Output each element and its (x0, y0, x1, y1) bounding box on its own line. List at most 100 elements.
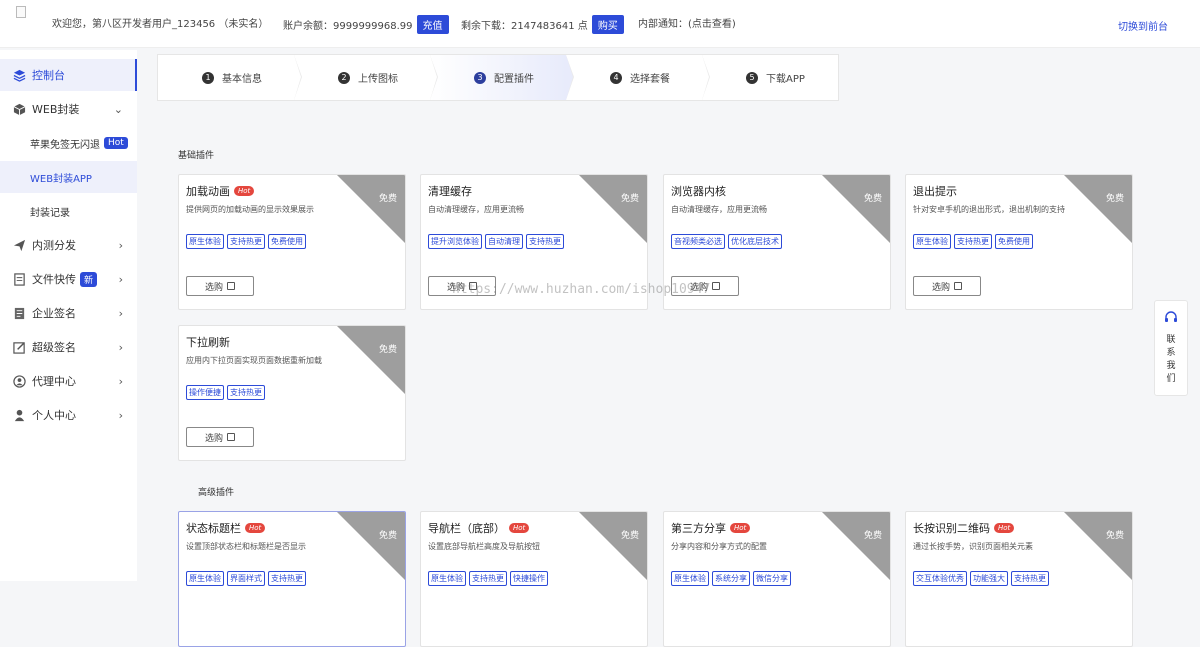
hot-badge: Hot (730, 523, 751, 533)
agent-icon (12, 374, 26, 388)
sidebar-item-console[interactable]: 控制台 (0, 59, 137, 91)
edit-icon (12, 340, 26, 354)
logo-image (16, 6, 26, 18)
step-2: 2 上传图标 (294, 55, 438, 100)
top-bar: 欢迎您，第八区开发者用户_123456 （未实名） 账户余额：999999996… (0, 0, 1200, 48)
checkbox[interactable] (227, 282, 235, 290)
select-button[interactable]: 选购 (186, 276, 254, 296)
free-label: 免费 (863, 194, 882, 204)
feature-tag: 音视频类必选 (671, 234, 725, 249)
step-label: 上传图标 (358, 74, 398, 85)
notice-link[interactable]: 内部通知：(点击查看) (638, 15, 736, 30)
hot-badge: Hot (245, 523, 266, 533)
sidebar-item-web-wrap[interactable]: WEB封装 ⌄ (0, 93, 137, 125)
free-label: 免费 (378, 345, 397, 355)
contact-char: 系 (1166, 348, 1176, 358)
select-button[interactable]: 选购 (913, 276, 981, 296)
sidebar-subitem-apple[interactable]: 苹果免签无闪退 Hot (0, 127, 137, 159)
free-label: 免费 (378, 531, 397, 541)
box-icon (12, 102, 26, 116)
checkbox[interactable] (954, 282, 962, 290)
sidebar-item-label: 文件快传 (32, 273, 76, 286)
headset-icon (1164, 311, 1178, 328)
hot-badge: Hot (509, 523, 530, 533)
card-title: 状态标题栏 (186, 522, 241, 535)
checkbox[interactable] (227, 433, 235, 441)
feature-tag: 系统分享 (712, 571, 750, 586)
card-description: 提供网页的加载动画的显示效果展示 (186, 205, 314, 214)
checkbox[interactable] (712, 282, 720, 290)
card-description: 通过长按手势，识别页面相关元素 (913, 542, 1033, 551)
sidebar-subitem-web-app[interactable]: WEB封装APP (0, 161, 137, 193)
buy-button[interactable]: 购买 (591, 15, 624, 34)
step-1: 1 基本信息 (158, 55, 302, 100)
sidebar-item-label: WEB封装APP (30, 173, 92, 185)
card-description: 应用内下拉页面实现页面数据重新加载 (186, 356, 322, 365)
contact-char: 我 (1166, 361, 1176, 371)
step-label: 配置插件 (494, 74, 534, 85)
card-title: 第三方分享 (671, 522, 726, 535)
feature-tag: 功能强大 (970, 571, 1008, 586)
step-number: 4 (610, 71, 622, 84)
section-title-advanced: 高级插件 (198, 488, 235, 498)
feature-tag: 原生体验 (913, 234, 951, 249)
card-title: 清理缓存 (428, 185, 472, 198)
card-title: 长按识别二维码 (913, 522, 990, 535)
card-title: 加载动画 (186, 185, 230, 198)
free-label: 免费 (863, 531, 882, 541)
welcome-text: 欢迎您，第八区开发者用户_123456 （未实名） (52, 19, 269, 30)
feature-tag: 支持热更 (227, 385, 265, 400)
contact-us-button[interactable]: 联 系 我 们 (1154, 300, 1188, 396)
card-description: 自动清理缓存，应用更流畅 (671, 205, 767, 214)
recharge-button[interactable]: 充值 (416, 15, 449, 34)
step-number: 1 (202, 71, 214, 84)
section-title-basic: 基础插件 (178, 151, 215, 161)
feature-tag: 支持热更 (954, 234, 992, 249)
feature-tag: 优化底层技术 (728, 234, 782, 249)
feature-tag: 界面样式 (227, 571, 265, 586)
step-number: 5 (746, 71, 758, 84)
free-label: 免费 (1105, 531, 1124, 541)
step-5: 5 下载APP (702, 55, 838, 100)
feature-tag: 支持热更 (526, 234, 564, 249)
sidebar-item-label: 控制台 (32, 69, 65, 82)
file-icon (12, 272, 26, 286)
sidebar-item-label: WEB封装 (32, 103, 80, 116)
card-title: 导航栏（底部） (428, 522, 505, 535)
feature-tag: 原生体验 (671, 571, 709, 586)
new-badge: 新 (80, 271, 98, 287)
feature-tag: 原生体验 (186, 234, 224, 249)
downloads: 剩余下载：2147483641 点 购买 (461, 15, 624, 34)
feature-tag: 免费使用 (268, 234, 306, 249)
step-4: 4 选择套餐 (566, 55, 710, 100)
sidebar-item-agent[interactable]: 代理中心 › (0, 365, 137, 397)
card-description: 设置底部导航栏高度及导航按钮 (428, 542, 540, 551)
card-title: 退出提示 (913, 185, 957, 198)
feature-tag: 原生体验 (428, 571, 466, 586)
sidebar-item-enterprise-sign[interactable]: 企业签名 › (0, 297, 137, 329)
plugin-card: 免费 退出提示 针对安卓手机的退出形式，退出机制的支持 原生体验 支持热更 免费… (905, 174, 1133, 310)
chevron-right-icon: › (118, 272, 123, 286)
feature-tag: 快捷操作 (510, 571, 548, 586)
sidebar-item-file-transfer[interactable]: 文件快传 新 › (0, 263, 137, 295)
sidebar-item-label: 个人中心 (32, 409, 76, 422)
layers-icon (12, 68, 26, 82)
sidebar-item-label: 封装记录 (30, 207, 70, 219)
balance: 账户余额：9999999968.99 充值 (283, 15, 449, 34)
sidebar-subitem-records[interactable]: 封装记录 (0, 195, 137, 227)
step-number: 3 (474, 71, 486, 84)
sidebar-item-beta[interactable]: 内测分发 › (0, 229, 137, 261)
sidebar-item-personal[interactable]: 个人中心 › (0, 399, 137, 431)
feature-tag: 微信分享 (753, 571, 791, 586)
sidebar: 控制台 WEB封装 ⌄ 苹果免签无闪退 Hot WEB封装APP 封装记录 内测… (0, 50, 137, 581)
downloads-label: 剩余下载：2147483641 点 (461, 21, 588, 32)
free-label: 免费 (620, 194, 639, 204)
feature-tag: 提升浏览体验 (428, 234, 482, 249)
select-button[interactable]: 选购 (186, 427, 254, 447)
switch-to-frontend-link[interactable]: 切换到前台 (1118, 18, 1168, 33)
contact-char: 联 (1166, 335, 1176, 345)
sidebar-item-super-sign[interactable]: 超级签名 › (0, 331, 137, 363)
select-label: 选购 (204, 433, 223, 444)
card-description: 分享内容和分享方式的配置 (671, 542, 767, 551)
chevron-right-icon: › (118, 374, 123, 388)
